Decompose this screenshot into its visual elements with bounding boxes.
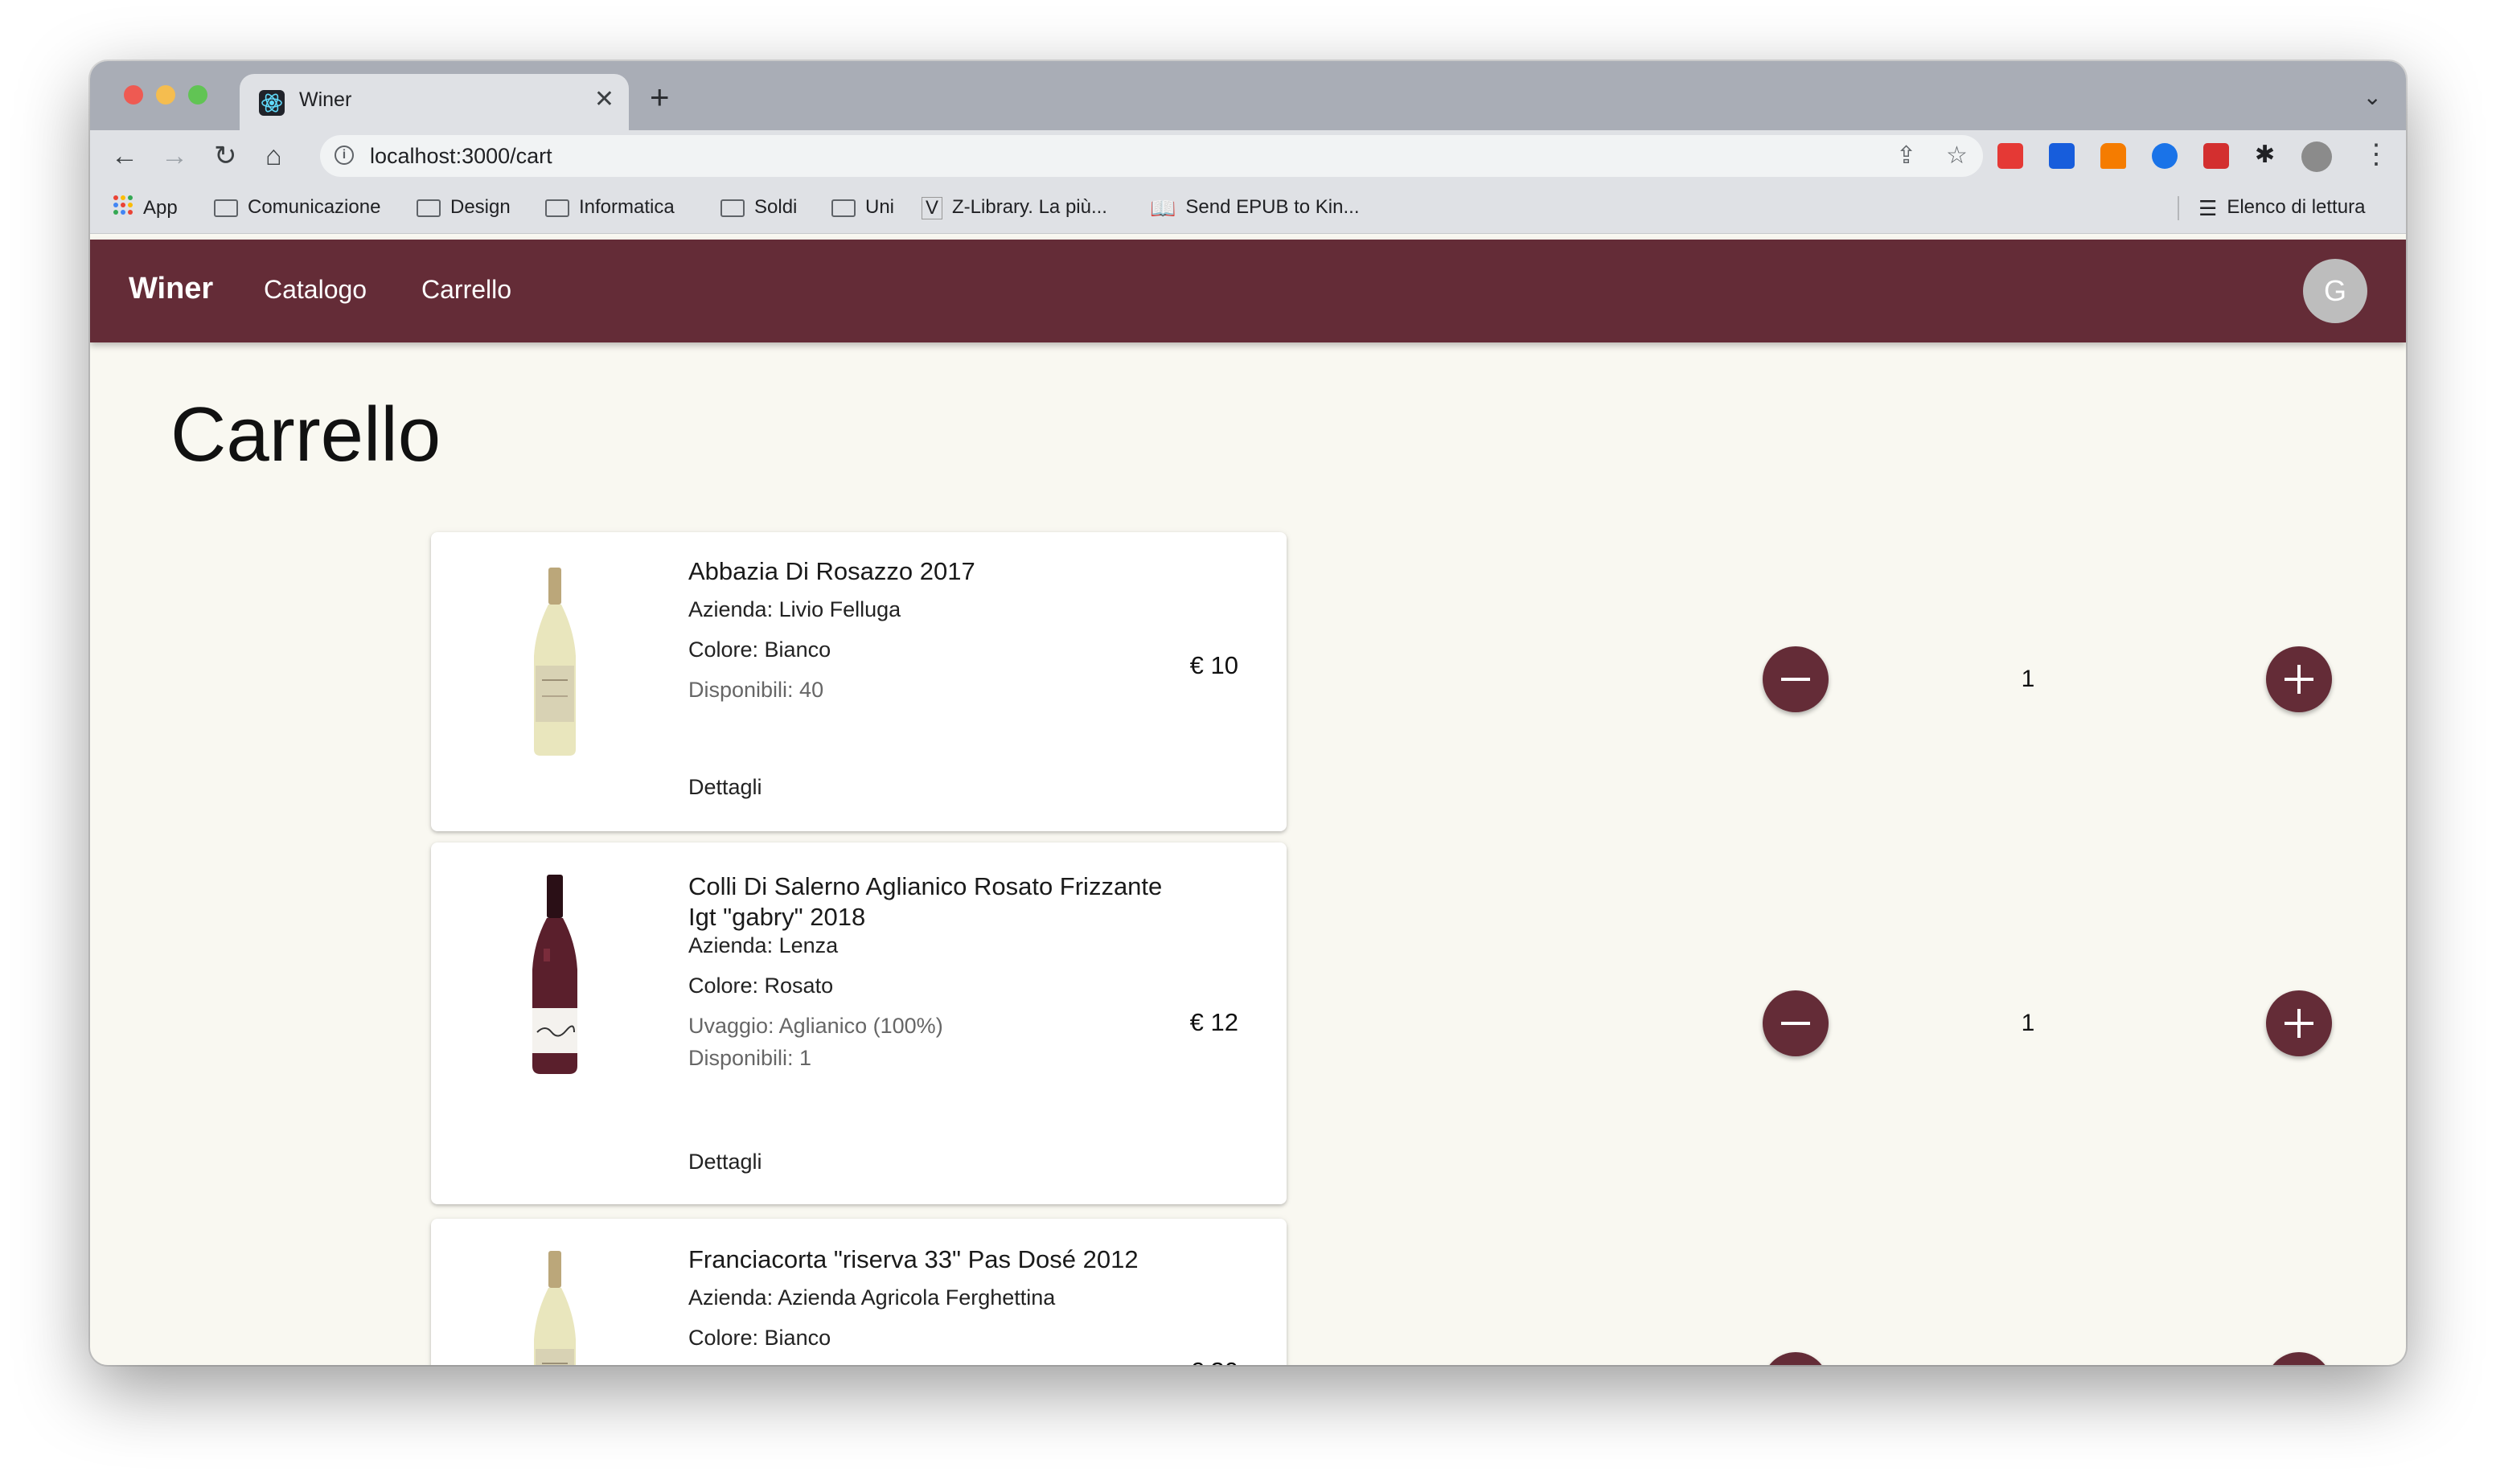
bookmark-label: App (143, 196, 178, 219)
user-avatar[interactable]: G (2303, 259, 2367, 323)
browser-toolbar: ← → ↻ ⌂ i localhost:3000/cart ⇪ ☆ ✱ ⋮ (90, 130, 2406, 182)
nav-carrello[interactable]: Carrello (421, 275, 511, 305)
back-arrow-icon[interactable]: ← (111, 140, 138, 172)
product-azienda: Azienda: Lenza (688, 933, 839, 957)
react-favicon-icon (259, 90, 285, 116)
bookmark-label: Design (450, 196, 511, 218)
reading-list-icon: ☰ (2198, 195, 2218, 220)
increase-quantity-button[interactable] (2266, 990, 2332, 1056)
increase-quantity-button[interactable] (2266, 1352, 2332, 1365)
bookmark-label: Z-Library. La più... (952, 196, 1107, 218)
bookmark-send-epub[interactable]: 📖 Send EPUB to Kin... (1150, 195, 1360, 220)
apps-grid-icon (113, 195, 133, 223)
brand-logo[interactable]: Winer (129, 272, 213, 306)
product-price: € 10 (1189, 651, 1238, 679)
bookmark-soldi[interactable]: Soldi (720, 195, 797, 220)
book-icon: 📖 (1150, 195, 1176, 220)
folder-icon (720, 199, 745, 217)
reload-icon[interactable]: ↻ (214, 140, 237, 172)
bookmark-informatica[interactable]: Informatica (545, 195, 675, 220)
bookmark-label: Uni (865, 196, 895, 218)
product-uvaggio: Uvaggio: Aglianico (100%) (688, 1014, 943, 1038)
forward-arrow-icon[interactable]: → (161, 140, 188, 172)
dog-extension-icon[interactable] (2203, 143, 2229, 169)
folder-icon (417, 199, 441, 217)
product-colore: Colore: Rosato (688, 974, 834, 998)
reading-list-button[interactable]: ☰ Elenco di lettura (2198, 195, 2365, 220)
minimize-window-button[interactable] (156, 85, 175, 105)
new-tab-button[interactable]: + (650, 80, 670, 114)
page-title: Carrello (170, 391, 441, 478)
extensions-puzzle-icon[interactable]: ✱ (2255, 141, 2275, 169)
item-quantity: 1 (2021, 1010, 2035, 1036)
product-disponibili: Disponibili: 40 (688, 678, 824, 702)
cart-item-card: Franciacorta "riserva 33" Pas Dosé 2012 … (431, 1219, 1287, 1365)
share-icon[interactable]: ⇪ (1896, 141, 1916, 170)
bookmarks-divider (2178, 196, 2179, 220)
menu-kebab-icon[interactable]: ⋮ (2363, 138, 2390, 170)
tab-strip: Winer ✕ + ⌄ (90, 61, 2406, 130)
details-button[interactable]: Dettagli (688, 775, 762, 800)
home-icon[interactable]: ⌂ (265, 140, 282, 172)
chevron-down-icon[interactable]: ⌄ (2363, 84, 2382, 110)
address-bar[interactable]: i localhost:3000/cart ⇪ ☆ (320, 135, 1983, 177)
bookmark-zlibrary[interactable]: V Z-Library. La più... (922, 195, 1107, 220)
folder-icon (214, 199, 238, 217)
details-button[interactable]: Dettagli (688, 1150, 762, 1174)
bookmark-label: Soldi (754, 196, 798, 218)
bookmarks-bar: App Comunicazione Design Informatica Sol… (90, 182, 2406, 234)
bookmark-uni[interactable]: Uni (831, 195, 894, 220)
bookmark-star-icon[interactable]: ☆ (1946, 141, 1968, 170)
product-colore: Colore: Bianco (688, 1326, 831, 1350)
product-disponibili: Disponibili: 1 (688, 1046, 812, 1070)
zoom-window-button[interactable] (188, 85, 207, 105)
bitwarden-extension-icon[interactable] (2049, 143, 2075, 169)
product-name[interactable]: Colli Di Salerno Aglianico Rosato Frizza… (688, 871, 1187, 933)
item-quantity: 1 (2021, 666, 2035, 692)
profile-avatar-icon[interactable] (2301, 141, 2332, 172)
red-extension-icon[interactable] (1997, 143, 2023, 169)
zlib-icon: V (922, 196, 943, 219)
nav-catalogo[interactable]: Catalogo (264, 275, 367, 305)
bookmark-label: Informatica (579, 196, 675, 218)
product-name[interactable]: Franciacorta "riserva 33" Pas Dosé 2012 (688, 1244, 1187, 1275)
product-name[interactable]: Abbazia Di Rosazzo 2017 (688, 556, 1187, 587)
lock-extension-icon[interactable] (2100, 143, 2126, 169)
wine-bottle-image (524, 1251, 585, 1365)
decrease-quantity-button[interactable] (1763, 990, 1829, 1056)
decrease-quantity-button[interactable] (1763, 646, 1829, 712)
url-text: localhost:3000/cart (370, 144, 552, 168)
reading-list-label: Elenco di lettura (2227, 196, 2366, 218)
product-price: € 30 (1190, 1357, 1238, 1365)
blue-extension-icon[interactable] (2152, 143, 2178, 169)
folder-icon (545, 199, 569, 217)
browser-window: Winer ✕ + ⌄ ← → ↻ ⌂ i localhost:3000/car… (90, 61, 2406, 1365)
app-bar: Winer Catalogo Carrello G (90, 240, 2406, 342)
bookmark-comunicazione[interactable]: Comunicazione (214, 195, 380, 220)
bookmark-label: Comunicazione (248, 196, 381, 218)
bookmark-design[interactable]: Design (417, 195, 511, 220)
close-tab-icon[interactable]: ✕ (594, 85, 614, 113)
bookmark-app[interactable]: App (113, 195, 178, 220)
tab-winer[interactable]: Winer ✕ (240, 74, 629, 130)
product-colore: Colore: Bianco (688, 637, 831, 662)
product-azienda: Azienda: Azienda Agricola Ferghettina (688, 1285, 1056, 1310)
close-window-button[interactable] (124, 85, 143, 105)
decrease-quantity-button[interactable] (1763, 1352, 1829, 1365)
cart-item-card: Colli Di Salerno Aglianico Rosato Frizza… (431, 842, 1287, 1204)
wine-bottle-image (524, 568, 585, 757)
tab-title: Winer (299, 88, 352, 111)
info-icon[interactable]: i (335, 146, 354, 165)
cart-item-card: Abbazia Di Rosazzo 2017 Azienda: Livio F… (431, 532, 1287, 831)
increase-quantity-button[interactable] (2266, 646, 2332, 712)
bookmark-label: Send EPUB to Kin... (1185, 196, 1360, 218)
folder-icon (831, 199, 856, 217)
product-price: € 12 (1189, 1008, 1238, 1036)
product-azienda: Azienda: Livio Felluga (688, 597, 901, 621)
wine-bottle-image (524, 875, 585, 1076)
